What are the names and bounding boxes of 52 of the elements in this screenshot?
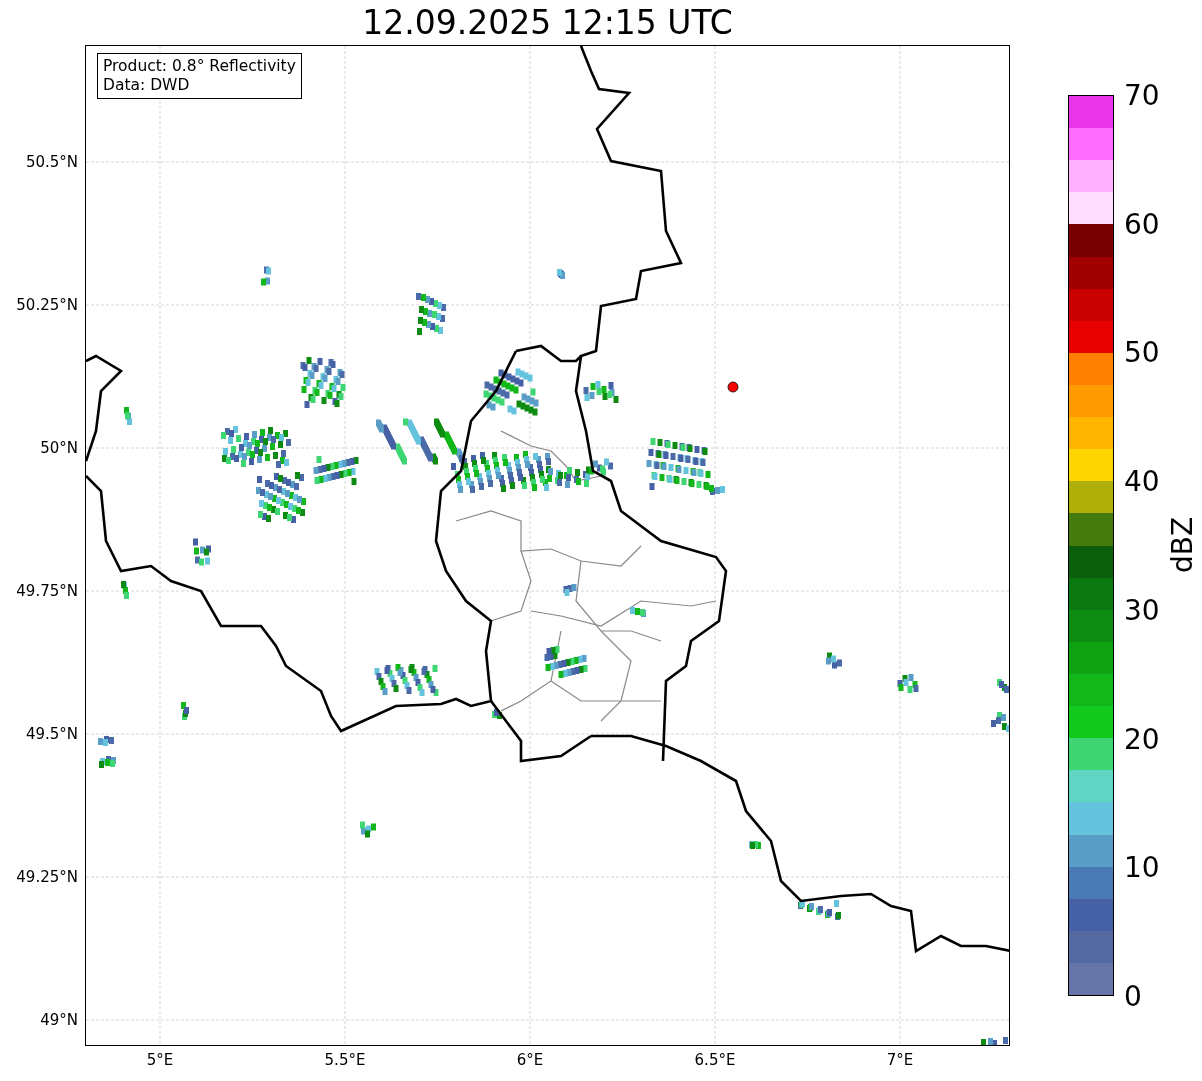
colorbar-tick-label: 70 (1124, 78, 1160, 112)
colorbar-tick-label: 20 (1124, 722, 1160, 756)
x-tick-label: 6.5°E (694, 1051, 736, 1069)
y-tick-label: 49°N (40, 1011, 78, 1029)
radar-echo (416, 293, 446, 335)
radar-echo (374, 664, 439, 696)
radar-echo (221, 426, 291, 468)
y-tick-label: 50°N (40, 439, 78, 457)
radar-echo (121, 581, 129, 599)
legend-text: Product: 0.8° Reflectivity (103, 57, 296, 76)
legend-text: Data: DWD (103, 76, 191, 95)
radar-echo (557, 269, 565, 279)
radar-echo (897, 674, 919, 693)
radar-echo (124, 407, 132, 425)
x-tick-label: 5°E (146, 1051, 174, 1069)
colorbar-tick-label: 60 (1124, 207, 1160, 241)
y-tick-label: 49.5°N (25, 725, 78, 743)
colorbar-tick-label: 30 (1124, 593, 1160, 627)
x-tick-label: 7°E (886, 1051, 914, 1069)
y-tick-label: 49.25°N (16, 868, 78, 886)
colorbar-tick-label: 0 (1124, 979, 1142, 1013)
radar-echo (313, 456, 359, 485)
colorbar-tick-label: 50 (1124, 335, 1160, 369)
radar-echo (630, 607, 646, 617)
y-tick-label: 49.75°N (16, 582, 78, 600)
radar-echo (997, 679, 1009, 693)
y-tick-label: 50.5°N (25, 153, 78, 171)
chart-title: 12.09.2025 12:15 UTC (361, 2, 734, 44)
x-tick-label: 6°E (516, 1051, 544, 1069)
radar-echo (256, 472, 306, 523)
colorbar-tick-label: 40 (1124, 464, 1160, 498)
colorbar-tick-label: 10 (1124, 850, 1160, 884)
radar-echo (300, 357, 346, 408)
radar-echo (991, 712, 1009, 732)
radar-echo (826, 652, 842, 669)
colorbar-label: dBZ (1165, 516, 1199, 574)
radar-echo (98, 736, 116, 768)
radar-echo (360, 821, 376, 838)
y-tick-label: 50.25°N (16, 296, 78, 314)
x-tick-label: 5.5°E (324, 1051, 366, 1069)
radar-echo (544, 646, 588, 678)
radar-echo (492, 709, 502, 719)
location-marker (727, 381, 739, 393)
radar-echo (193, 538, 211, 566)
radar-echo (798, 900, 841, 920)
radar-echo (981, 1037, 1008, 1045)
radar-echo (583, 381, 619, 403)
radar-echo (483, 368, 539, 416)
radar-echo (261, 266, 271, 286)
radar-echo (563, 584, 577, 596)
radar-echo (749, 841, 761, 849)
radar-echo (181, 702, 189, 720)
